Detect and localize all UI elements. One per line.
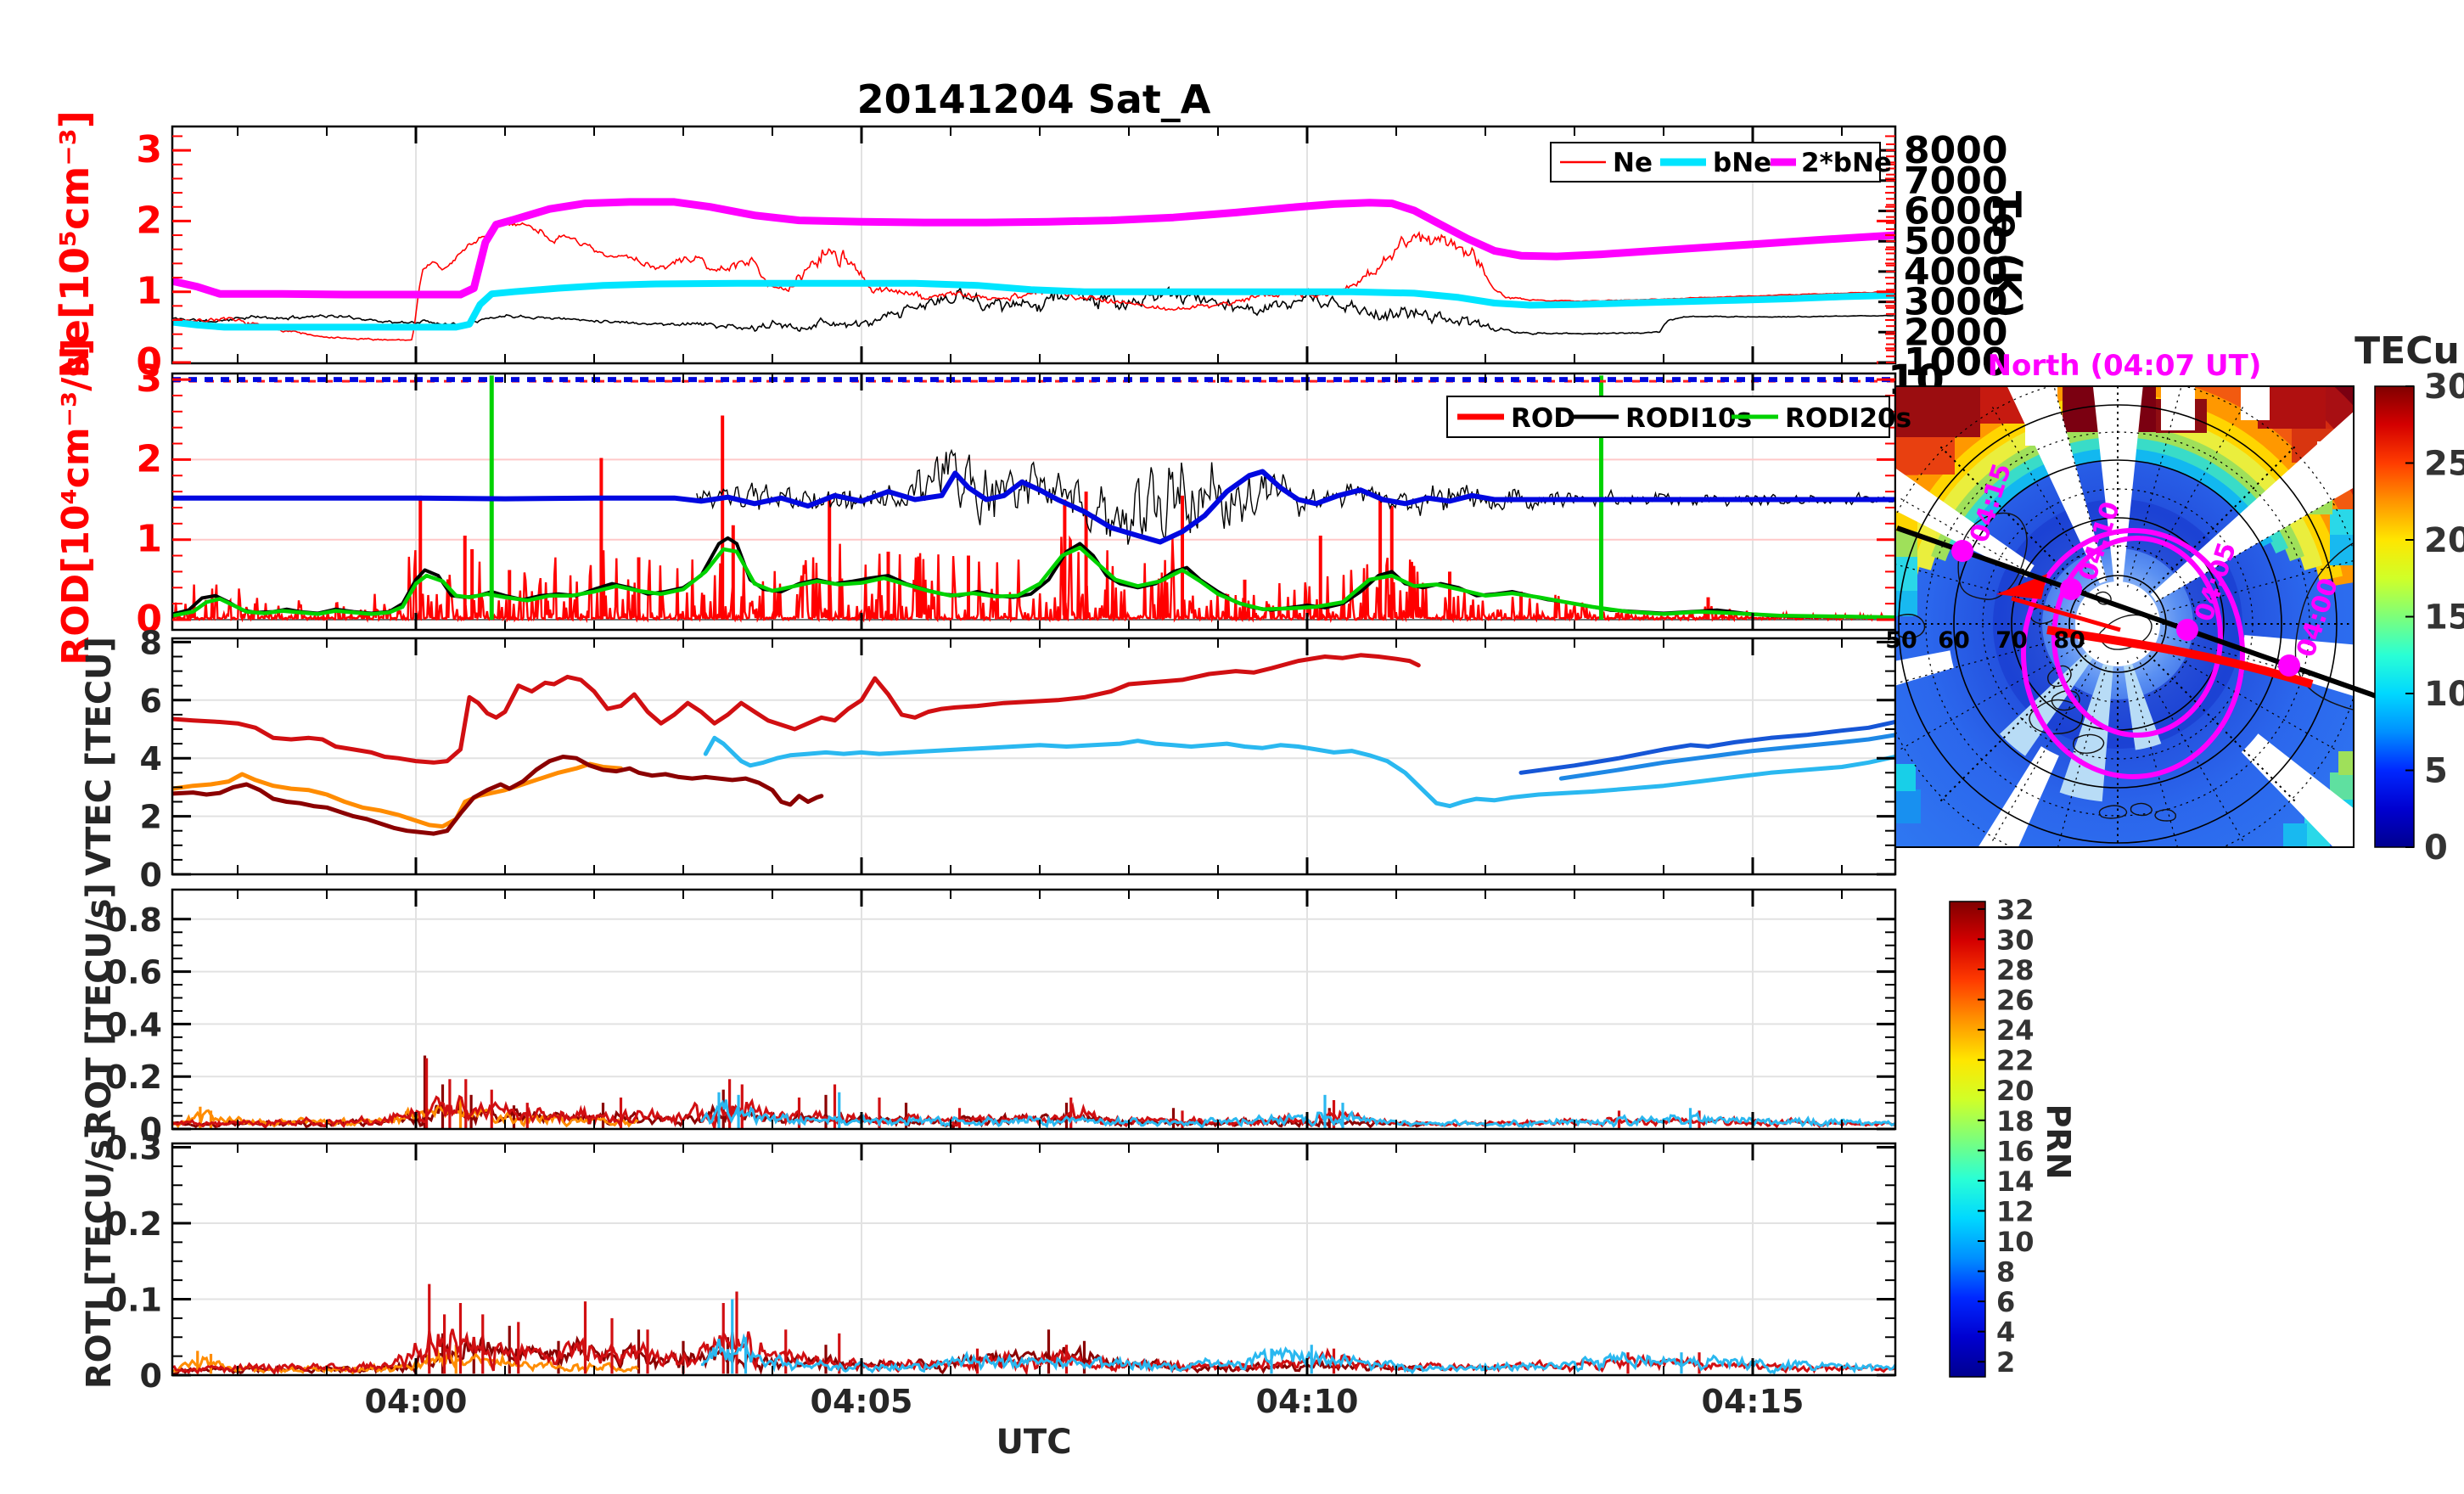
series-RODI-blue bbox=[172, 469, 1895, 545]
ytick-label-p2: 1 bbox=[136, 518, 162, 561]
series-VTEC-maroon bbox=[172, 755, 824, 836]
prn-tick-label: 8 bbox=[1996, 1256, 2015, 1289]
prn-tick-label: 2 bbox=[1996, 1346, 2015, 1379]
lat-label: 70 bbox=[1995, 627, 2028, 654]
ytick-label-p3: 2 bbox=[140, 799, 162, 836]
tecu-tick-label: 10 bbox=[2424, 675, 2464, 714]
chart-panels: 012301230246800.20.40.60.800.10.20.31000… bbox=[105, 125, 2007, 1420]
ytick-label-p3: 6 bbox=[140, 682, 162, 720]
ytick-label-p4: 0.6 bbox=[105, 954, 162, 991]
ytick-label-p4: 0.4 bbox=[105, 1006, 162, 1043]
prn-tick-label: 22 bbox=[1996, 1045, 2035, 1077]
ytick-label-p2: 2 bbox=[136, 437, 162, 480]
legend-rod-label: ROD bbox=[1511, 403, 1575, 434]
y-label-vtec: VTEC [TECU] bbox=[80, 637, 119, 876]
legend-rodi20-label: RODI20s bbox=[1785, 403, 1911, 434]
legend-ne-label: Ne bbox=[1613, 148, 1653, 178]
tecu-tick-label: 5 bbox=[2424, 752, 2448, 791]
prn-tick-label: 18 bbox=[1996, 1105, 2035, 1137]
te-tick-label: 8000 bbox=[1904, 129, 2007, 172]
prn-tick-label: 24 bbox=[1996, 1014, 2035, 1047]
prn-tick-label: 20 bbox=[1996, 1075, 2035, 1107]
chart-title: 20141204 Sat_A bbox=[857, 76, 1211, 122]
series-2*bNe bbox=[172, 198, 1895, 299]
x-label-utc: UTC bbox=[996, 1423, 1071, 1462]
prn-tick-label: 4 bbox=[1996, 1317, 2015, 1349]
xtick-label: 04:15 bbox=[1702, 1383, 1805, 1420]
ytick-label-p3: 4 bbox=[140, 740, 162, 778]
track-time-dot bbox=[1951, 540, 1973, 562]
prn-tick-label: 14 bbox=[1996, 1165, 2035, 1198]
lat-label: 60 bbox=[1938, 627, 1970, 654]
xtick-label: 04:00 bbox=[365, 1383, 468, 1420]
ytick-label-p4: 0.8 bbox=[105, 901, 162, 939]
tecu-colorbar: 0 5 10 15 20 25 30 bbox=[2374, 368, 2464, 868]
legend-rod: ROD RODI10s RODI20s bbox=[1446, 396, 1911, 438]
prn-tick-label: 12 bbox=[1996, 1195, 2035, 1227]
ytick-label-p5: 0 bbox=[140, 1357, 162, 1395]
figure-canvas: 20141204 Sat_A Ne[10⁵cm⁻³] ROD[10⁴cm⁻³/s… bbox=[52, 76, 2464, 1462]
xtick-label: 04:05 bbox=[811, 1383, 913, 1420]
ytick-label-p5: 0.3 bbox=[105, 1130, 162, 1167]
tecu-tick-label: 15 bbox=[2424, 598, 2464, 637]
xtick-label: 04:10 bbox=[1256, 1383, 1359, 1420]
ytick-label-p5: 0.2 bbox=[105, 1205, 162, 1243]
ytick-label-p1: 2 bbox=[136, 199, 162, 242]
track-time-dot bbox=[2278, 654, 2300, 677]
track-time-dot bbox=[2176, 619, 2198, 641]
ytick-label-p1: 1 bbox=[136, 270, 162, 313]
track-time-dot bbox=[2060, 578, 2082, 600]
map-title: North (04:07 UT) bbox=[1988, 349, 2262, 383]
prn-tick-label: 30 bbox=[1996, 924, 2035, 956]
figure-window: 20141204 Sat_A Ne[10⁵cm⁻³] ROD[10⁴cm⁻³/s… bbox=[0, 0, 2464, 1491]
y-label-rod: ROD[10⁴cm⁻³/s] bbox=[54, 338, 98, 665]
series-VTEC-ltblue bbox=[703, 735, 1895, 809]
ytick-label-p2: 3 bbox=[136, 357, 162, 401]
prn-tick-label: 10 bbox=[1996, 1226, 2035, 1258]
prn-tick-label: 26 bbox=[1996, 985, 2035, 1017]
legend-ne: Ne bNe 2*bNe bbox=[1550, 142, 1892, 183]
ytick-label-p4: 0.2 bbox=[105, 1059, 162, 1096]
tecu-colorbar-title: TECu bbox=[2355, 329, 2460, 373]
tecu-tick-label: 25 bbox=[2424, 445, 2464, 484]
ytick-label-p5: 0.1 bbox=[105, 1282, 162, 1319]
ytick-label-p1: 3 bbox=[136, 128, 162, 171]
tecu-tick-label: 30 bbox=[2424, 368, 2464, 407]
lat-label: 80 bbox=[2053, 627, 2085, 654]
ytick-label-p3: 8 bbox=[140, 624, 162, 661]
lat-label: 50 bbox=[1885, 627, 1917, 654]
tecu-tick-label: 20 bbox=[2424, 521, 2464, 560]
prn-tick-label: 6 bbox=[1996, 1286, 2015, 1318]
legend-2bne-label: 2*bNe bbox=[1801, 148, 1892, 178]
ytick-label-p3: 0 bbox=[140, 857, 162, 894]
prn-colorbar-label: PRN bbox=[2040, 1104, 2077, 1180]
prn-tick-label: 16 bbox=[1996, 1135, 2035, 1167]
prn-tick-label: 32 bbox=[1996, 894, 2035, 926]
legend-bne-label: bNe bbox=[1713, 148, 1771, 178]
tecu-tick-label: 0 bbox=[2424, 828, 2448, 868]
prn-tick-label: 28 bbox=[1996, 954, 2035, 986]
prn-colorbar: 2468101214161820222426283032 bbox=[1949, 894, 2035, 1379]
